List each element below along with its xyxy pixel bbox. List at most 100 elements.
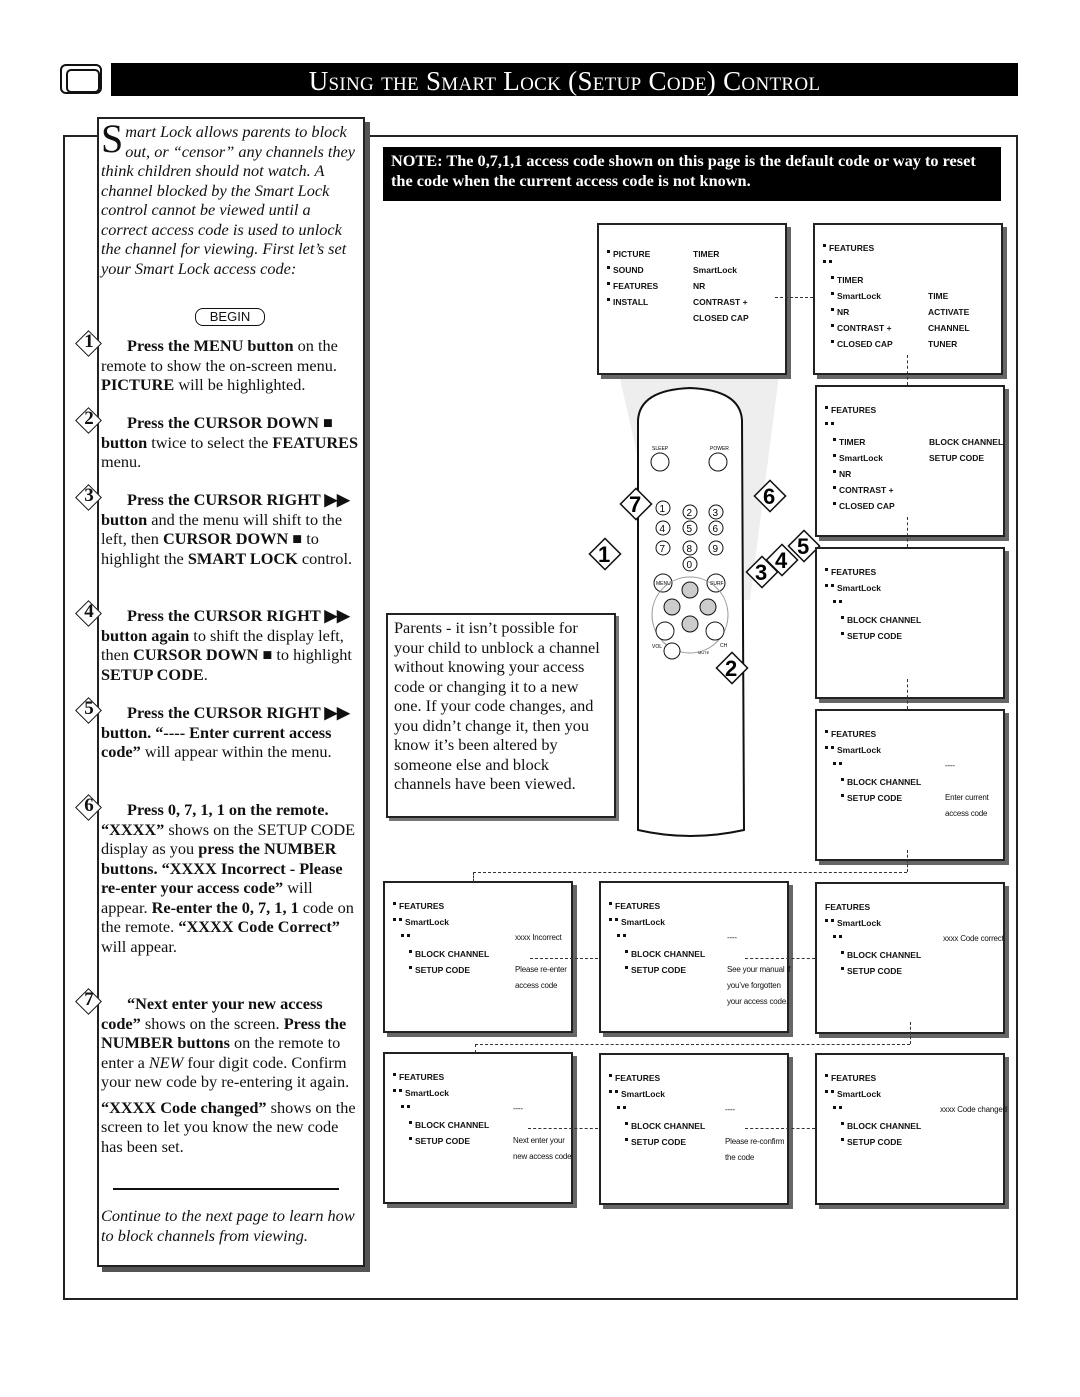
menu-item: NR	[831, 307, 849, 317]
vol-up-button	[655, 621, 675, 641]
menu-item: FEATURES	[825, 729, 876, 739]
menu-item: SmartLock	[609, 1089, 665, 1099]
menu-item: SETUP CODE	[841, 1137, 902, 1147]
menu-value: new access code	[513, 1152, 572, 1161]
digit-label: 2	[687, 508, 693, 519]
bullet-icon	[831, 292, 834, 295]
bullet-icon	[839, 600, 842, 603]
menu-screen-7: FEATURES SmartLock ---- BLOCK CHANNEL SETUP …	[599, 881, 791, 1033]
menu-item: TIMER	[833, 437, 865, 447]
flow-arrow	[907, 517, 908, 547]
step-body: Press the CURSOR DOWN ■ button twice to …	[101, 413, 359, 472]
bullet-icon	[831, 919, 834, 922]
menu-item: FEATURES	[393, 1072, 444, 1082]
menu-item-label: SETUP CODE	[415, 1136, 471, 1146]
bullet-icon	[393, 1089, 396, 1092]
callout-number: 2	[725, 656, 737, 681]
menu-value: Please re-enter	[515, 965, 567, 974]
bullet-icon	[823, 244, 826, 247]
bullet-icon	[833, 935, 836, 938]
menu-item: FEATURES	[825, 1073, 876, 1083]
bullet-icon	[833, 762, 836, 765]
flow-arrow	[907, 679, 908, 709]
bullet-icon	[841, 632, 844, 635]
menu-item	[833, 934, 845, 944]
menu-item-label: SmartLock	[837, 291, 881, 301]
menu-item-label: SmartLock	[837, 745, 881, 755]
bullet-icon	[825, 746, 828, 749]
bullet-icon	[825, 406, 828, 409]
bullet-icon	[831, 584, 834, 587]
menu-value: CHANNEL	[928, 323, 970, 333]
bullet-icon	[625, 966, 628, 969]
bullet-icon	[625, 1122, 628, 1125]
menu-item: CLOSED CAP	[833, 501, 895, 511]
flow-arrow	[473, 872, 907, 873]
power-button	[708, 452, 728, 472]
step-body: Press the CURSOR RIGHT ▶▶ button. “---- …	[101, 703, 359, 762]
menu-item: PICTURE	[607, 249, 650, 259]
menu-screen-6: FEATURES SmartLock xxxx Incorrect BLOCK CHA…	[383, 881, 573, 1033]
menu-item-label: SmartLock	[621, 917, 665, 927]
menu-item: TIMER	[831, 275, 863, 285]
menu-screen-2: FEATURES TIMER SmartLock TIME NR ACTIVATE CONT…	[813, 223, 1003, 375]
menu-screen-4: FEATURES SmartLock BLOCK CHANNEL SETUP CODE	[815, 547, 1005, 699]
menu-screen-5: FEATURES SmartLock ---- BLOCK CHANNEL SETUP …	[815, 709, 1005, 861]
bullet-icon	[831, 422, 834, 425]
menu-value: See your manual if	[727, 965, 791, 974]
step-3: 3 Press the CURSOR RIGHT ▶▶ button and th…	[84, 486, 359, 568]
menu-item: BLOCK CHANNEL	[625, 1121, 705, 1131]
bullet-icon	[825, 584, 828, 587]
menu-item: BLOCK CHANNEL	[841, 950, 921, 960]
bullet-icon	[393, 902, 396, 905]
bullet-icon	[825, 422, 828, 425]
drop-cap: S	[101, 116, 124, 161]
menu-item: SmartLock	[393, 1088, 449, 1098]
bullet-icon	[825, 1090, 828, 1093]
menu-item: CLOSED CAP	[831, 339, 893, 349]
menu-item: SmartLock	[393, 917, 449, 927]
menu-item-label: SETUP CODE	[415, 965, 471, 975]
bullet-icon	[833, 486, 836, 489]
step-number-badge: 6	[77, 796, 101, 820]
step-text: will appear.	[101, 936, 177, 956]
step-text: control.	[297, 548, 353, 568]
menu-value: ----	[727, 933, 737, 942]
flow-arrow	[473, 872, 474, 882]
bullet-icon	[841, 1122, 844, 1125]
step-text: twice to select the	[147, 432, 273, 452]
menu-item: BLOCK CHANNEL	[409, 1120, 489, 1130]
step-body: Press the CURSOR RIGHT ▶▶ button again t…	[101, 606, 359, 684]
menu-value: CONTRAST +	[693, 297, 748, 307]
menu-value: TIMER	[693, 249, 720, 259]
bullet-icon	[829, 260, 832, 263]
digit-label: 1	[660, 504, 666, 515]
step-7-result: “XXXX Code changed” shows on the screen …	[101, 1098, 359, 1157]
sleep-label: SLEEP	[652, 446, 669, 452]
bold-text: Press the MENU button	[127, 336, 294, 355]
menu-item: SmartLock	[831, 291, 881, 301]
menu-item-label: SmartLock	[837, 918, 881, 928]
bullet-icon	[409, 950, 412, 953]
bullet-icon	[831, 746, 834, 749]
menu-item-label: TIMER	[837, 275, 864, 285]
menu-item: FEATURES	[823, 243, 874, 253]
menu-item-label: FEATURES	[831, 405, 877, 415]
bold-text: CURSOR DOWN ■	[133, 645, 273, 664]
bullet-icon	[409, 1121, 412, 1124]
step-number-badge: 7	[77, 990, 101, 1014]
menu-item-label: BLOCK CHANNEL	[631, 1121, 706, 1131]
menu-item-label: FEATURES	[399, 1072, 445, 1082]
menu-item: SmartLock	[825, 1089, 881, 1099]
cursor-left-button	[663, 598, 681, 616]
bullet-icon	[607, 250, 610, 253]
bullet-icon	[823, 260, 826, 263]
step-number: 5	[84, 698, 94, 719]
menu-item-label: FEATURES	[613, 281, 659, 291]
menu-item: SmartLock	[833, 453, 883, 463]
ch-up-button	[705, 621, 725, 641]
menu-value: Please re-confirm	[725, 1137, 785, 1146]
callout-number: 7	[629, 492, 641, 517]
digit-label: 6	[713, 524, 719, 535]
menu-screen-11: FEATURES SmartLock xxxx Code changed BLOCK …	[815, 1053, 1007, 1205]
